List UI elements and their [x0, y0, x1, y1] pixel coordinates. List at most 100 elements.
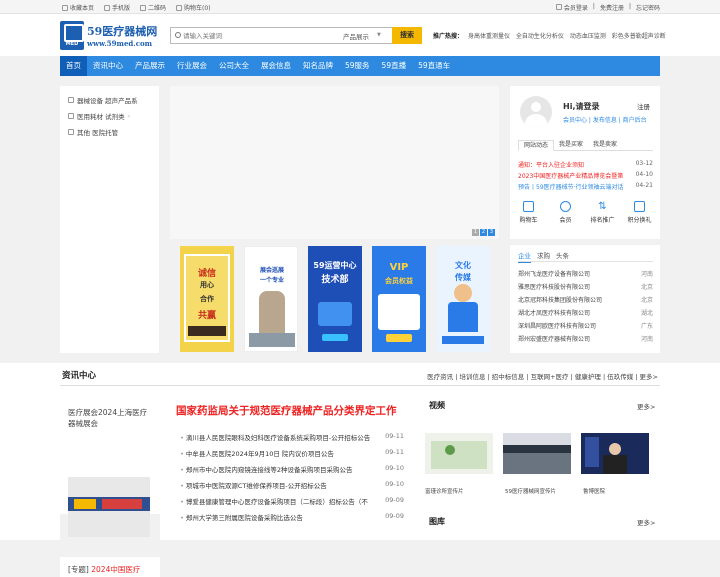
- nav-exhibitions[interactable]: 行业展会: [171, 56, 213, 76]
- company-row[interactable]: 郑州飞龙医疗设备有限公司 河南: [518, 269, 653, 278]
- cart-link[interactable]: 购物车(0): [176, 3, 211, 12]
- more-link[interactable]: 更多>: [640, 373, 658, 381]
- user-icon: [555, 4, 562, 10]
- expo-card[interactable]: 医疗展会2024上海医疗器械展会 [专题] 2024中国医疗: [60, 399, 160, 577]
- quick-cart[interactable]: 购物车: [510, 201, 547, 231]
- qrcode-link[interactable]: 二维码: [140, 3, 166, 12]
- article-item[interactable]: 郑州大学第三附属医院设备采购比选公告09-09: [180, 512, 404, 522]
- poster-card[interactable]: VIP 会员权益: [372, 246, 426, 352]
- quick-actions: 购物车 会员 ⇅ 排名推广 积分换礼: [510, 201, 660, 231]
- nav-express[interactable]: 59直通车: [412, 56, 456, 76]
- section-tab[interactable]: 招中标信息: [492, 373, 525, 381]
- hot-term[interactable]: 全自动生化分析仪: [516, 33, 564, 40]
- section-title: 资讯中心: [62, 371, 97, 381]
- news-item[interactable]: 预告丨59医疗器械节·行业领袖云端对话 04-21: [518, 182, 653, 191]
- bookmark-link[interactable]: 收藏本页: [62, 3, 94, 12]
- logo-mark: MED: [60, 21, 84, 50]
- company-row[interactable]: 深圳昌阿欧医疗科技有限公司 广东: [518, 321, 653, 330]
- hot-term[interactable]: 彩色多普勒超声诊断: [612, 33, 666, 40]
- article-item[interactable]: 博爱县健康管理中心医疗设备采购项目（二标段）招标公告（不09-09: [180, 496, 404, 506]
- hot-term[interactable]: 动态血压监测: [570, 33, 606, 40]
- main-nav: 首页 资讯中心 产品展示 行业展会 公司大全 展会信息 知名品牌 59服务 59…: [60, 56, 660, 76]
- site-logo[interactable]: MED 59医疗器械网 www.59med.com: [60, 21, 157, 51]
- news-item[interactable]: 通知：平台入驻企业须知 03-12: [518, 160, 653, 169]
- carousel-dot[interactable]: 1: [472, 229, 479, 236]
- cart-icon: [176, 4, 183, 11]
- qrcode-icon: [140, 4, 147, 11]
- article-item[interactable]: 中牟县人民医院2024年9月10日 院内议价项目公告09-11: [180, 448, 404, 458]
- article-item[interactable]: 滴川县人民医院眼科及妇科医疗设备系统采购项目-公开招标公告09-11: [180, 432, 404, 442]
- search-input[interactable]: [183, 29, 333, 42]
- carousel-dot[interactable]: 2: [480, 229, 487, 236]
- company-row[interactable]: 雅思医疗科技股份有限公司 北京: [518, 282, 653, 291]
- member-links[interactable]: 会员中心 | 发布信息 | 商户后台: [563, 115, 647, 124]
- video-thumb[interactable]: [581, 433, 649, 474]
- carousel-dot[interactable]: 3: [488, 229, 495, 236]
- nav-news[interactable]: 资讯中心: [87, 56, 129, 76]
- sep: |: [592, 3, 595, 10]
- video-thumb[interactable]: [425, 433, 493, 474]
- top-links-left: 收藏本页 手机版 二维码 购物车(0): [62, 3, 211, 12]
- avatar: [520, 96, 552, 128]
- news-section: 资讯中心 医疗资讯 | 培训信息 | 招中标信息 | 互联网+医疗 | 健康护理…: [0, 363, 720, 577]
- register-button[interactable]: 注册: [637, 101, 650, 111]
- banner-carousel[interactable]: 1 2 3: [170, 86, 499, 239]
- tab-seller[interactable]: 我是卖家: [588, 140, 622, 150]
- expo-title: 医疗展会2024上海医疗器械展会: [68, 408, 148, 428]
- login-greeting[interactable]: Hi,请登录: [563, 101, 599, 112]
- poster-card[interactable]: 文化 传媒: [436, 246, 490, 352]
- poster-card[interactable]: 展会巡展 一个专业: [244, 246, 298, 352]
- section-tab[interactable]: 医疗资讯: [427, 373, 453, 381]
- nav-services[interactable]: 59服务: [339, 56, 376, 76]
- nav-brands[interactable]: 知名品牌: [297, 56, 339, 76]
- section-tabs: 医疗资讯 | 培训信息 | 招中标信息 | 互联网+医疗 | 健康护理 | 伍玖…: [427, 373, 658, 381]
- quick-member[interactable]: 会员: [547, 201, 584, 231]
- nav-companies[interactable]: 公司大全: [213, 56, 255, 76]
- nav-products[interactable]: 产品展示: [129, 56, 171, 76]
- hot-term[interactable]: 身高体重测量仪: [468, 33, 510, 40]
- section-tab[interactable]: 培训信息: [459, 373, 485, 381]
- top-links-right: 会员登录 | 免费注册 | 忘记密码: [555, 3, 660, 12]
- video-more-link[interactable]: 更多>: [637, 401, 655, 411]
- logo-url: www.59med.com: [87, 39, 153, 48]
- nav-home[interactable]: 首页: [60, 56, 87, 76]
- category-item[interactable]: 其他 医院托管: [68, 127, 118, 137]
- section-tab[interactable]: 伍玖传媒: [607, 373, 633, 381]
- nav-live[interactable]: 59直播: [376, 56, 413, 76]
- register-link[interactable]: 免费注册: [600, 3, 624, 12]
- search-button[interactable]: 搜索: [392, 27, 422, 44]
- quick-points[interactable]: 积分换礼: [621, 201, 658, 231]
- mobile-link[interactable]: 手机版: [104, 3, 130, 12]
- company-panel: 企业 求购 头条 郑州飞龙医疗设备有限公司 河南 雅思医疗科技股份有限公司 北京 北…: [510, 245, 660, 353]
- search-category-select[interactable]: 产品展示: [343, 31, 369, 41]
- star-icon: [62, 4, 68, 11]
- tab-buyer[interactable]: 我是买家: [554, 140, 588, 150]
- quick-ranking[interactable]: ⇅ 排名推广: [584, 201, 621, 231]
- search-icon: [175, 32, 181, 38]
- category-item[interactable]: 器械设备 超声产品系: [68, 95, 138, 105]
- tab-site-news[interactable]: 网站动态: [518, 140, 555, 151]
- article-item[interactable]: 项城市中医院双源CT维修保养项目-公开招标公告09-10: [180, 480, 404, 490]
- other-icon: [68, 129, 74, 135]
- category-item[interactable]: 医用耗材 试剂类 ›: [68, 111, 130, 121]
- forgot-password-link[interactable]: 忘记密码: [636, 3, 660, 12]
- video-thumb[interactable]: [503, 433, 571, 474]
- company-row[interactable]: 北京冠邦科技集团股份有限公司 北京: [518, 295, 653, 304]
- library-more-link[interactable]: 更多>: [637, 517, 655, 527]
- headline-link[interactable]: 国家药监局关于规范医疗器械产品分类界定工作: [176, 403, 397, 418]
- login-link[interactable]: 会员登录: [555, 3, 588, 12]
- section-tab[interactable]: 互联网+医疗: [531, 373, 569, 381]
- topic-title[interactable]: [专题] 2024中国医疗: [68, 564, 140, 575]
- news-item[interactable]: 2023中国医疗器械产业精品博览会暨第 04-10: [518, 171, 653, 180]
- company-row[interactable]: 郑州宏盛医疗器械有限公司 河南: [518, 334, 653, 343]
- header: MED 59医疗器械网 www.59med.com 产品展示 ▼ 搜索 推广热搜…: [0, 14, 720, 56]
- nav-expo-info[interactable]: 展会信息: [255, 56, 297, 76]
- section-tab[interactable]: 健康护理: [575, 373, 601, 381]
- poster-card[interactable]: 59运营中心 技术部: [308, 246, 362, 352]
- article-item[interactable]: 郑州市中心医院内窥镜连接线等2种设备采购项目采购公告09-10: [180, 464, 404, 474]
- poster-card[interactable]: 诚信 用心 合作 共赢: [180, 246, 234, 352]
- device-icon: [68, 97, 74, 103]
- expo-image: [68, 477, 150, 537]
- company-row[interactable]: 湖北才凤医疗科技有限公司 湖北: [518, 308, 653, 317]
- member-icon: [560, 201, 571, 212]
